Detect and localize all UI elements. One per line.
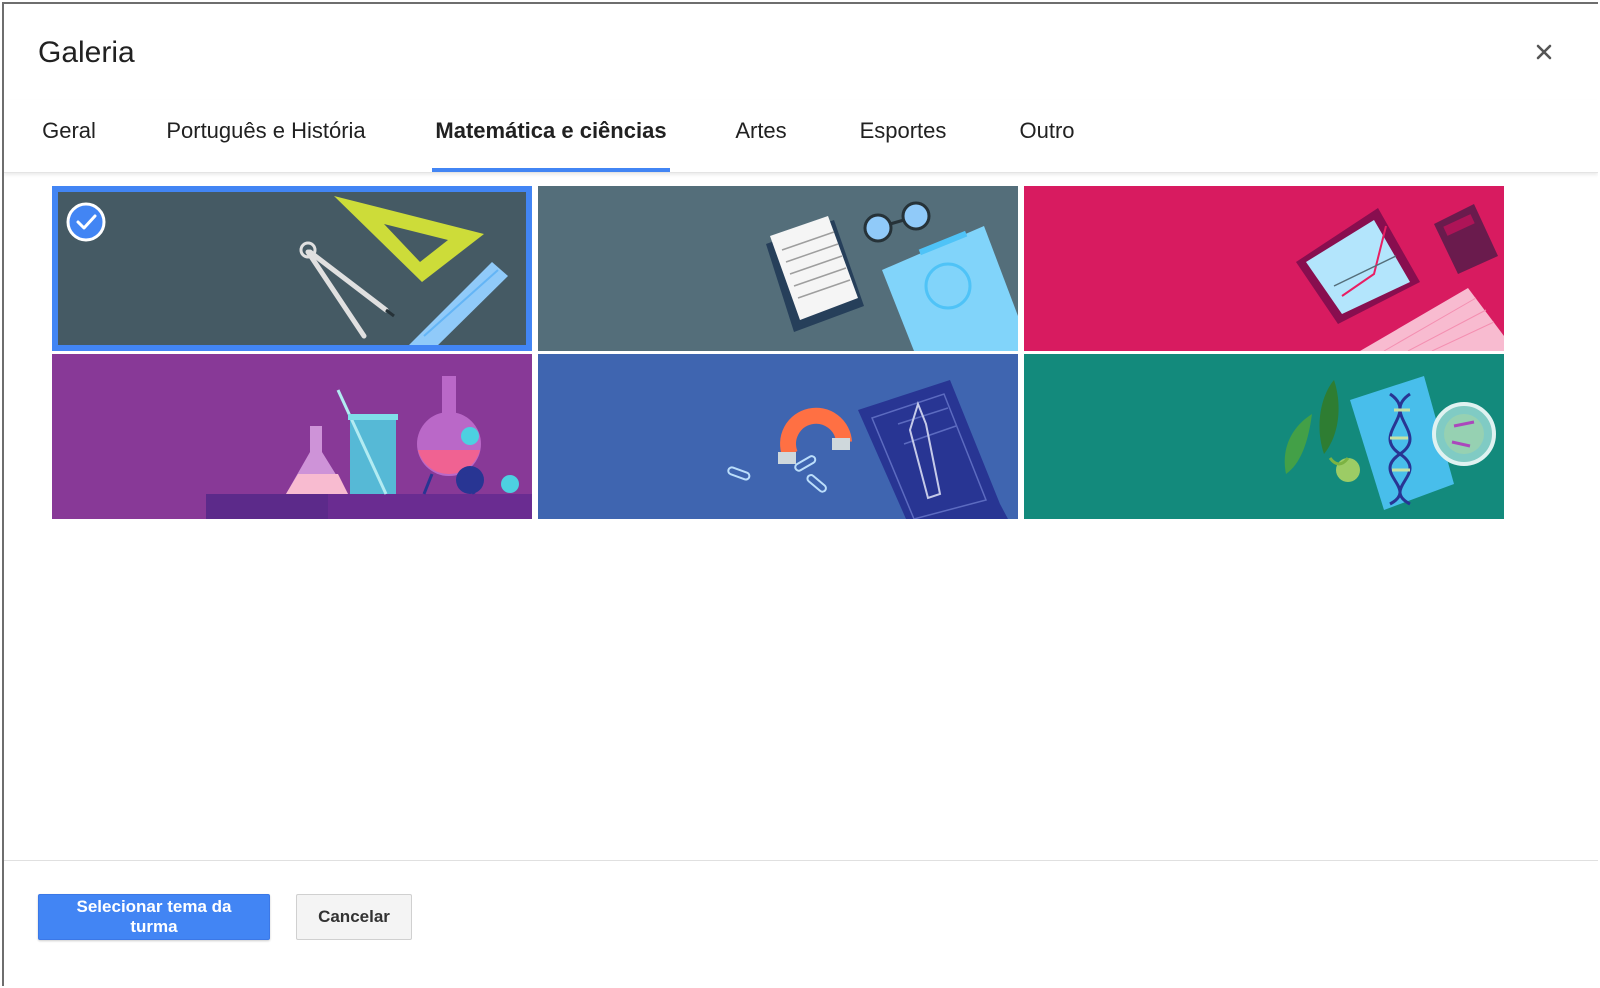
theme-tile-biology[interactable] xyxy=(1024,354,1504,519)
tab-esportes[interactable]: Esportes xyxy=(856,114,950,172)
select-theme-button[interactable]: Selecionar tema da turma xyxy=(38,894,270,940)
cancel-button[interactable]: Cancelar xyxy=(296,894,412,940)
theme-tile-chemistry[interactable] xyxy=(52,354,532,519)
dialog-title: Galeria xyxy=(38,36,135,69)
selected-check-icon xyxy=(66,202,106,242)
tab-artes[interactable]: Artes xyxy=(730,114,792,172)
theme-tile-tablet[interactable] xyxy=(1024,186,1504,351)
tab-outro[interactable]: Outro xyxy=(1014,114,1080,172)
close-icon[interactable] xyxy=(1532,40,1556,64)
tab-geral[interactable]: Geral xyxy=(36,114,102,172)
theme-tile-notebook[interactable] xyxy=(538,186,1018,351)
theme-tile-magnet[interactable] xyxy=(538,354,1018,519)
category-tabs: Geral Português e História Matemática e … xyxy=(4,100,1598,173)
footer-divider xyxy=(4,860,1598,861)
tab-portugues-e-historia[interactable]: Português e História xyxy=(160,114,372,172)
gallery-dialog: Galeria Geral Português e História Matem… xyxy=(2,2,1598,986)
tab-matematica-e-ciencias[interactable]: Matemática e ciências xyxy=(432,114,670,172)
theme-tile-geometry[interactable] xyxy=(52,186,532,351)
